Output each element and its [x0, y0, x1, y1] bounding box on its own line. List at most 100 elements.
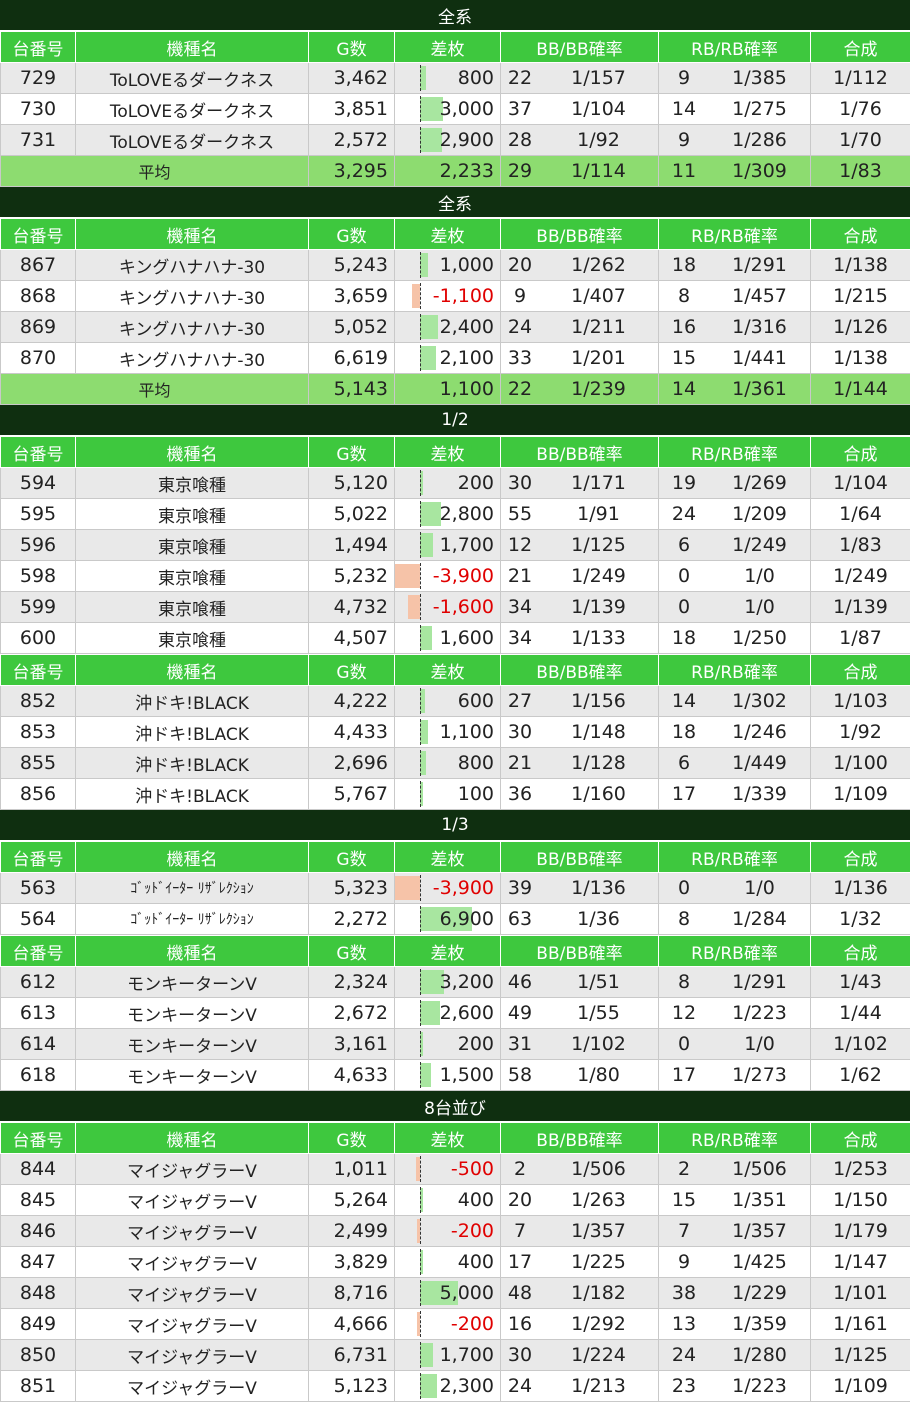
rb-cell: 81/284 — [659, 904, 811, 935]
diff-cell: 2,100 — [395, 343, 501, 374]
model-name: 東京喰種 — [76, 623, 309, 654]
rb-probability: 1/0 — [709, 877, 810, 899]
bb-count: 37 — [501, 98, 539, 120]
game-count: 5,243 — [309, 250, 395, 281]
rb-probability: 1/339 — [709, 783, 810, 805]
rb-probability: 1/250 — [709, 627, 810, 649]
rb-probability: 1/0 — [709, 565, 810, 587]
rb-count: 6 — [659, 534, 709, 556]
slot-table: 台番号機種名G数差枚BB/BB確率RB/RB確率合成729ToLOVEるダークネ… — [0, 31, 910, 187]
col-machine-number-header: 台番号 — [1, 1123, 76, 1154]
table-row: 614モンキーターンV3,161200311/10201/01/102 — [1, 1029, 910, 1060]
bb-count: 33 — [501, 347, 539, 369]
rb-count: 8 — [659, 971, 709, 993]
col-bb-header: BB/BB確率 — [501, 32, 659, 63]
bb-cell: 221/157 — [501, 63, 659, 94]
diff-value: 400 — [458, 1189, 494, 1211]
diff-value: 1,500 — [440, 1064, 494, 1086]
machine-number: 729 — [1, 63, 76, 94]
zero-line — [420, 781, 421, 807]
combined-probability: 1/43 — [811, 967, 910, 998]
rb-cell: 81/457 — [659, 281, 811, 312]
col-games-header: G数 — [309, 936, 395, 967]
bb-cell: 301/148 — [501, 717, 659, 748]
bb-probability: 1/157 — [539, 67, 658, 89]
rb-cell: 61/449 — [659, 748, 811, 779]
zero-line — [420, 688, 421, 714]
average-diff: 1,100 — [395, 374, 501, 405]
col-rb-header: RB/RB確率 — [659, 437, 811, 468]
model-name: ｺﾞｯﾄﾞｲｰﾀｰ ﾘｻﾞﾚｸｼｮﾝ — [76, 873, 309, 904]
game-count: 5,232 — [309, 561, 395, 592]
rb-count: 23 — [659, 1375, 709, 1397]
col-model-name-header: 機種名 — [76, 842, 309, 873]
game-count: 6,619 — [309, 343, 395, 374]
bb-cell: 71/357 — [501, 1216, 659, 1247]
diff-cell: 400 — [395, 1247, 501, 1278]
bb-count: 20 — [501, 1189, 539, 1211]
combined-probability: 1/138 — [811, 250, 910, 281]
table-row: 856沖ドキ!BLACK5,767100361/160171/3391/109 — [1, 779, 910, 810]
col-model-name-header: 機種名 — [76, 1123, 309, 1154]
rb-count: 15 — [659, 1189, 709, 1211]
machine-number: 598 — [1, 561, 76, 592]
diff-value: 5,000 — [440, 1282, 494, 1304]
bb-cell: 301/171 — [501, 468, 659, 499]
rb-cell: 141/275 — [659, 94, 811, 125]
combined-probability: 1/104 — [811, 468, 910, 499]
rb-count: 9 — [659, 67, 709, 89]
average-game-count: 3,295 — [309, 156, 395, 187]
machine-number: 612 — [1, 967, 76, 998]
game-count: 3,829 — [309, 1247, 395, 1278]
model-name: マイジャグラーV — [76, 1340, 309, 1371]
zero-line — [420, 501, 421, 527]
rb-probability: 1/249 — [709, 534, 810, 556]
bb-count: 7 — [501, 1220, 539, 1242]
positive-diff-bar — [420, 1374, 437, 1398]
zero-line — [420, 1311, 421, 1337]
col-rb-header: RB/RB確率 — [659, 655, 811, 686]
bb-count: 49 — [501, 1002, 539, 1024]
game-count: 4,433 — [309, 717, 395, 748]
combined-probability: 1/112 — [811, 63, 910, 94]
positive-diff-bar — [420, 1001, 440, 1025]
rb-cell: 91/286 — [659, 125, 811, 156]
col-diff-header: 差枚 — [395, 936, 501, 967]
rb-count: 0 — [659, 877, 709, 899]
diff-cell: 3,000 — [395, 94, 501, 125]
header-row: 台番号機種名G数差枚BB/BB確率RB/RB確率合成 — [1, 842, 910, 873]
zero-line — [420, 906, 421, 932]
negative-diff-bar — [395, 564, 421, 588]
diff-value: 1,000 — [440, 254, 494, 276]
model-name: ToLOVEるダークネス — [76, 94, 309, 125]
game-count: 3,462 — [309, 63, 395, 94]
rb-count: 8 — [659, 908, 709, 930]
rb-cell: 81/291 — [659, 967, 811, 998]
bb-cell: 331/201 — [501, 343, 659, 374]
bb-cell: 301/224 — [501, 1340, 659, 1371]
rb-cell: 01/0 — [659, 561, 811, 592]
bb-count: 22 — [501, 67, 539, 89]
col-combined-header: 合成 — [811, 842, 910, 873]
table-row: 618モンキーターンV4,6331,500581/80171/2731/62 — [1, 1060, 910, 1091]
bb-probability: 1/263 — [539, 1189, 658, 1211]
bb-cell: 281/92 — [501, 125, 659, 156]
diff-cell: 1,700 — [395, 530, 501, 561]
bb-count: 30 — [501, 721, 539, 743]
table-row: 852沖ドキ!BLACK4,222600271/156141/3021/103 — [1, 686, 910, 717]
bb-count: 30 — [501, 1344, 539, 1366]
game-count: 3,851 — [309, 94, 395, 125]
combined-probability: 1/109 — [811, 779, 910, 810]
rb-probability: 1/425 — [709, 1251, 810, 1273]
zero-line — [420, 1342, 421, 1368]
bb-probability: 1/148 — [539, 721, 658, 743]
machine-number: 853 — [1, 717, 76, 748]
machine-number: 852 — [1, 686, 76, 717]
rb-cell: 151/441 — [659, 343, 811, 374]
table-row: 613モンキーターンV2,6722,600491/55121/2231/44 — [1, 998, 910, 1029]
table-row: 594東京喰種5,120200301/171191/2691/104 — [1, 468, 910, 499]
zero-line — [420, 875, 421, 901]
average-rb-cell: 111/309 — [659, 156, 811, 187]
bb-cell: 121/125 — [501, 530, 659, 561]
combined-probability: 1/147 — [811, 1247, 910, 1278]
